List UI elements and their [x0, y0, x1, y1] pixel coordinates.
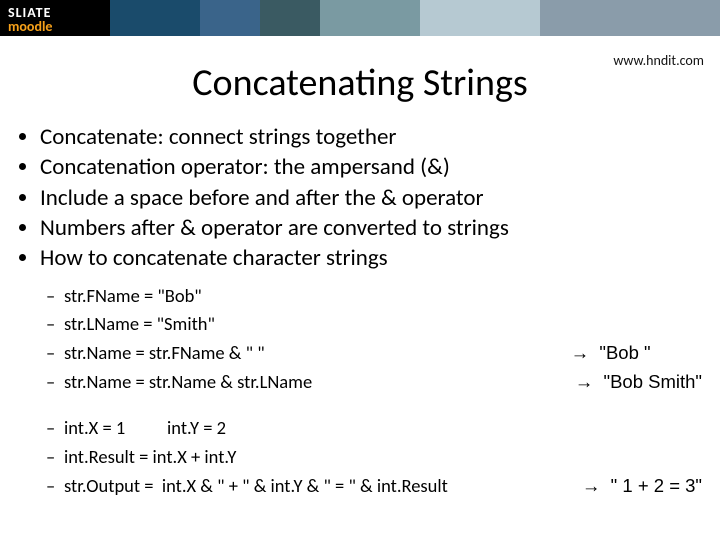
sub-item: str.FName = "Bob"	[46, 282, 702, 311]
bullet-item: Numbers after & operator are converted t…	[40, 213, 702, 243]
sub-item-code: str.LName = "Smith"	[64, 310, 702, 339]
sub-item-code: int.Result = int.X + int.Y	[64, 443, 702, 472]
sub-item-result: → " 1 + 2 = 3"	[582, 472, 702, 501]
slide-body: Concatenate: connect strings together Co…	[0, 122, 720, 501]
sub-item-code: int.X = 1 int.Y = 2	[64, 414, 702, 443]
sub-item-code: str.Output = int.X & " + " & int.Y & " =…	[64, 472, 582, 501]
sub-item: str.Output = int.X & " + " & int.Y & " =…	[46, 472, 702, 501]
sub-item: str.Name = str.FName & " " → "Bob "	[46, 339, 702, 368]
sub-item: str.Name = str.Name & str.LName → "Bob S…	[46, 368, 702, 397]
sub-item-result: → "Bob Smith"	[575, 368, 702, 397]
header-banner: SLIATE moodle	[0, 0, 720, 36]
sub-item: int.X = 1 int.Y = 2	[46, 414, 702, 443]
bullet-item: Concatenate: connect strings together	[40, 122, 702, 152]
sub-item: str.LName = "Smith"	[46, 310, 702, 339]
banner-line2: moodle	[8, 20, 52, 34]
main-bullet-list: Concatenate: connect strings together Co…	[18, 122, 702, 274]
sub-list-a: str.FName = "Bob" str.LName = "Smith" st…	[18, 282, 702, 397]
sub-item: int.Result = int.X + int.Y	[46, 443, 702, 472]
slide-title: Concatenating Strings	[0, 60, 720, 106]
sub-item-code: str.Name = str.Name & str.LName	[64, 368, 575, 397]
bullet-item: How to concatenate character strings	[40, 243, 702, 273]
sub-item-result: → "Bob "	[571, 339, 702, 368]
bullet-item: Include a space before and after the & o…	[40, 183, 702, 213]
sub-item-code: str.Name = str.FName & " "	[64, 339, 571, 368]
sub-item-code: str.FName = "Bob"	[64, 282, 702, 311]
bullet-item: Concatenation operator: the ampersand (&…	[40, 152, 702, 182]
banner-logo-text: SLIATE moodle	[8, 6, 52, 34]
sub-list-b: int.X = 1 int.Y = 2 int.Result = int.X +…	[18, 414, 702, 500]
